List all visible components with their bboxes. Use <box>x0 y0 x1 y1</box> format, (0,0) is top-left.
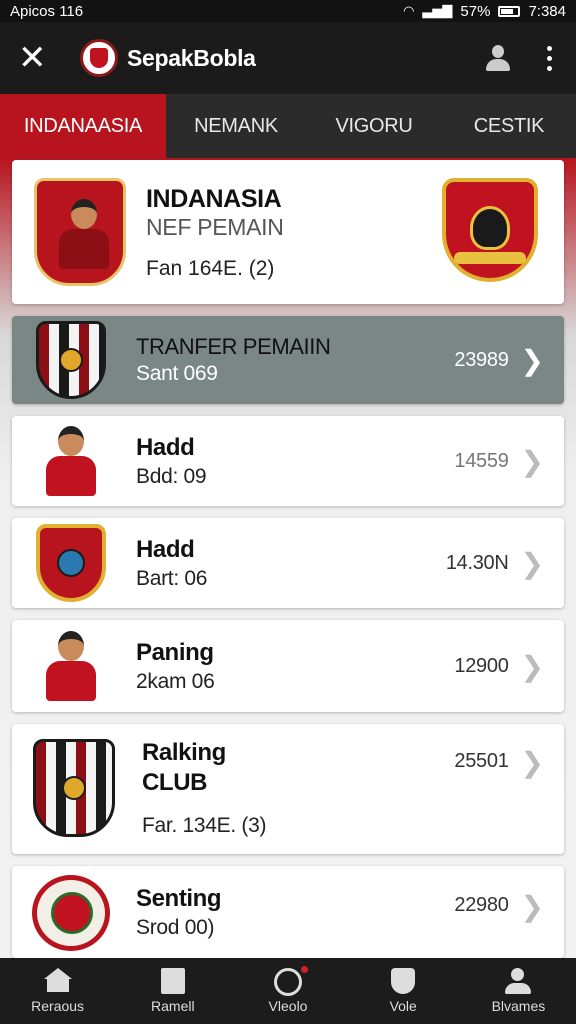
tab-bar: INDANAASIA NEMANK VIGORU CESTIK <box>0 94 576 158</box>
featured-meta: Fan 164E. (2) <box>146 256 275 280</box>
round-club-crest-icon <box>32 874 110 952</box>
notification-dot <box>301 966 308 973</box>
player-avatar-icon <box>32 627 110 705</box>
chevron-right-icon: ❯ <box>520 891 544 922</box>
featured-subtitle: NEF PEMAIN <box>146 213 284 240</box>
document-icon <box>159 968 187 994</box>
battery-icon <box>498 5 521 17</box>
featured-title: INDANASIA <box>146 184 282 213</box>
shield-icon <box>389 968 417 994</box>
list-item-title: Hadd <box>136 536 195 563</box>
nav-label: Ramell <box>151 998 195 1014</box>
chevron-right-icon: ❯ <box>520 547 544 579</box>
list-item-title: Paning <box>136 639 214 666</box>
list-item-value: 25501 <box>454 750 509 772</box>
featured-card[interactable]: INDANASIA NEF PEMAIN Fan 164E. (2) <box>12 160 564 304</box>
chevron-right-icon: ❯ <box>520 747 544 778</box>
list-item-title: Ralking CLUB <box>142 739 226 796</box>
list-item[interactable]: Hadd Bart: 06 14.30N ❯ <box>12 518 564 608</box>
status-time: 7:384 <box>528 2 566 20</box>
list-item-subtitle: Far. 134E. (3) <box>142 814 267 837</box>
profile-icon[interactable] <box>485 44 511 72</box>
striped-crest-icon <box>32 321 110 399</box>
list-item-subtitle: Bart: 06 <box>136 567 208 590</box>
list-item-subtitle: Bdd: 09 <box>136 465 207 488</box>
striped-crest-icon <box>32 738 116 838</box>
list-item-value: 12900 <box>454 654 509 677</box>
list-item-title: Hadd <box>136 434 195 461</box>
list-item-subtitle: 2kam 06 <box>136 670 215 693</box>
app-bar: ✕ SepakBobla <box>0 22 576 94</box>
player-badge-icon <box>32 176 128 288</box>
nav-item-vole[interactable]: Vole <box>346 958 461 1024</box>
tab-nemank[interactable]: NEMANK <box>166 94 306 158</box>
close-icon[interactable]: ✕ <box>18 41 52 75</box>
status-left-text: Apicos 116 <box>10 2 84 20</box>
status-bar: Apicos 116 ◠ ▃▅▇ 57% 7:384 <box>0 0 576 22</box>
nav-label: Reraous <box>31 998 85 1014</box>
list-item-value: 23989 <box>454 348 509 371</box>
player-avatar-icon <box>32 422 110 500</box>
app-logo <box>80 39 118 77</box>
list-item-title: TRANFER PEMAIIN <box>136 334 331 359</box>
list-item[interactable]: Hadd Bdd: 09 14559 ❯ <box>12 416 564 506</box>
battery-percent: 57% <box>460 2 491 20</box>
nav-label: Vole <box>389 998 417 1014</box>
nav-item-vleolo[interactable]: Vleolo <box>230 958 345 1024</box>
list-item-value: 14.30N <box>445 551 509 574</box>
user-icon <box>504 968 532 994</box>
chevron-right-icon: ❯ <box>520 650 544 682</box>
list-item[interactable]: Senting Srod 00) 22980 ❯ <box>12 866 564 958</box>
list-item[interactable]: TRANFER PEMAIIN Sant 069 23989 ❯ <box>12 316 564 404</box>
list-item-subtitle: Srod 00) <box>136 916 215 939</box>
nav-item-reraous[interactable]: Reraous <box>0 958 115 1024</box>
tab-cestik[interactable]: CESTIK <box>442 94 576 158</box>
clock-icon <box>274 966 308 996</box>
home-icon <box>43 968 72 994</box>
chevron-right-icon: ❯ <box>520 445 544 477</box>
status-icons: ◠ ▃▅▇ 57% 7:384 <box>403 3 566 20</box>
list-item-value: 22980 <box>454 894 509 916</box>
more-options-icon[interactable] <box>547 45 552 71</box>
nav-label: Blvames <box>491 998 546 1014</box>
nav-item-blvames[interactable]: Blvames <box>461 958 576 1024</box>
chevron-right-icon: ❯ <box>520 344 544 376</box>
list-item[interactable]: Paning 2kam 06 12900 ❯ <box>12 620 564 712</box>
list-item-title: Senting <box>136 885 222 912</box>
signal-icon: ▃▅▇ <box>422 3 453 18</box>
tab-indanaasia[interactable]: INDANAASIA <box>0 94 166 158</box>
garuda-crest-icon <box>442 178 546 286</box>
tab-vigoru[interactable]: VIGORU <box>306 94 442 158</box>
nav-item-ramell[interactable]: Ramell <box>115 958 230 1024</box>
list-item[interactable]: Ralking CLUB Far. 134E. (3) 25501 ❯ <box>12 724 564 854</box>
nav-label: Vleolo <box>268 998 308 1014</box>
club-crest-icon <box>32 524 110 602</box>
list-item-value: 14559 <box>454 449 509 472</box>
wifi-icon: ◠ <box>403 3 415 18</box>
list-item-subtitle: Sant 069 <box>136 362 218 385</box>
app-title: SepakBobla <box>127 44 256 71</box>
bottom-navigation: Reraous Ramell Vleolo Vole Blvames <box>0 958 576 1024</box>
